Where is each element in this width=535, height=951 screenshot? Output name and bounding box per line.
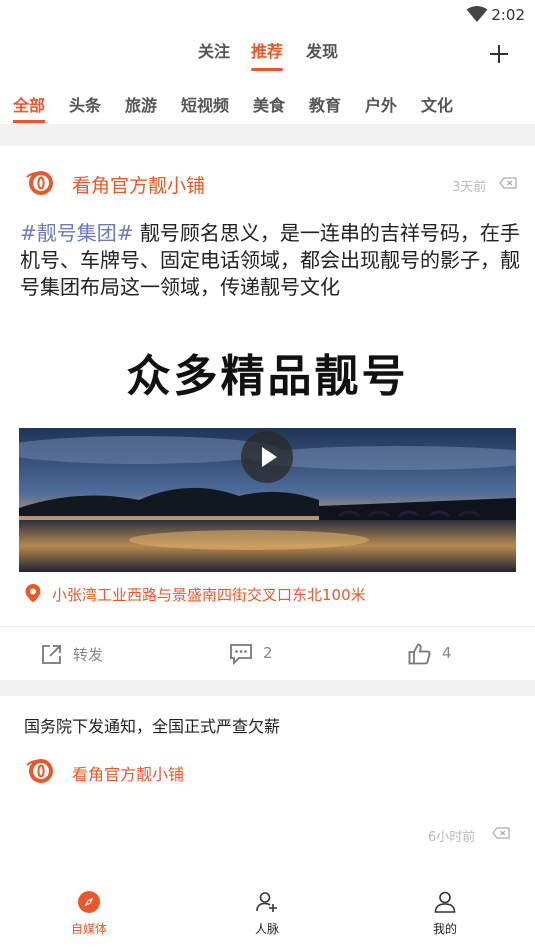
status-time: 2:02 (491, 6, 525, 24)
top-tabs: 关注 推荐 发现 (0, 38, 535, 72)
section-gap (0, 124, 535, 146)
bottom-nav: 自媒体 人脉 我的 (0, 880, 535, 951)
category-culture[interactable]: 文化 (421, 92, 453, 116)
post-hashtag[interactable]: #靓号集团# (20, 221, 134, 245)
like-button[interactable]: 4 (408, 640, 468, 668)
author-logo[interactable] (25, 168, 55, 198)
category-outdoor[interactable]: 户外 (365, 92, 397, 116)
dismiss-icon[interactable] (499, 177, 517, 189)
category-short-video[interactable]: 短视频 (181, 92, 229, 116)
nav-label: 人脉 (254, 922, 279, 936)
category-all[interactable]: 全部 (13, 92, 46, 123)
comment-button[interactable]: 2 (229, 640, 289, 668)
play-button[interactable] (241, 431, 293, 483)
comment-icon (230, 644, 252, 665)
nav-label: 自媒体 (70, 922, 107, 936)
post-author[interactable]: 看角官方靓小铺 (72, 171, 205, 198)
share-icon (42, 645, 61, 664)
category-active-indicator (13, 120, 46, 123)
comment-count: 2 (263, 644, 273, 662)
tab-follow[interactable]: 关注 (198, 38, 230, 62)
tab-discover[interactable]: 发现 (306, 38, 338, 62)
add-contact-icon (256, 892, 277, 912)
thumbs-up-icon (408, 643, 431, 665)
news-time: 6小时前 (428, 830, 476, 845)
news-title[interactable]: 国务院下发通知，全国正式严查欠薪 (24, 713, 280, 737)
section-gap (0, 680, 535, 696)
tab-recommend[interactable]: 推荐 (251, 38, 284, 71)
wifi-icon (466, 6, 488, 22)
video-title: 众多精品靓号 (126, 351, 409, 402)
tab-active-indicator (251, 68, 284, 71)
status-bar: 2:02 (0, 0, 535, 30)
news-author[interactable]: 看角官方靓小铺 (72, 761, 184, 785)
share-button[interactable]: 转发 (41, 640, 121, 668)
location-text: 小张湾工业西路与景盛南四街交叉口东北100米 (52, 586, 366, 604)
compass-icon (78, 891, 100, 913)
profile-icon (434, 891, 456, 913)
dismiss-icon[interactable] (492, 827, 510, 839)
author-logo[interactable] (25, 756, 55, 786)
post-time: 3天前 (452, 180, 487, 195)
like-count: 4 (442, 644, 452, 662)
category-food[interactable]: 美食 (253, 92, 285, 116)
add-button[interactable] (487, 42, 511, 66)
category-bar: 全部 头条 旅游 短视频 美食 教育 户外 文化 (0, 88, 535, 124)
category-headlines[interactable]: 头条 (69, 92, 101, 116)
share-label: 转发 (73, 646, 104, 664)
action-divider (0, 626, 535, 627)
category-education[interactable]: 教育 (309, 92, 341, 116)
nav-label: 我的 (432, 922, 457, 936)
post-text[interactable]: #靓号集团# 靓号顾名思义，是一连串的吉祥号码，在手机号、车牌号、固定电话领域，… (20, 220, 520, 301)
location-pin-icon (25, 584, 41, 603)
category-travel[interactable]: 旅游 (125, 92, 157, 116)
